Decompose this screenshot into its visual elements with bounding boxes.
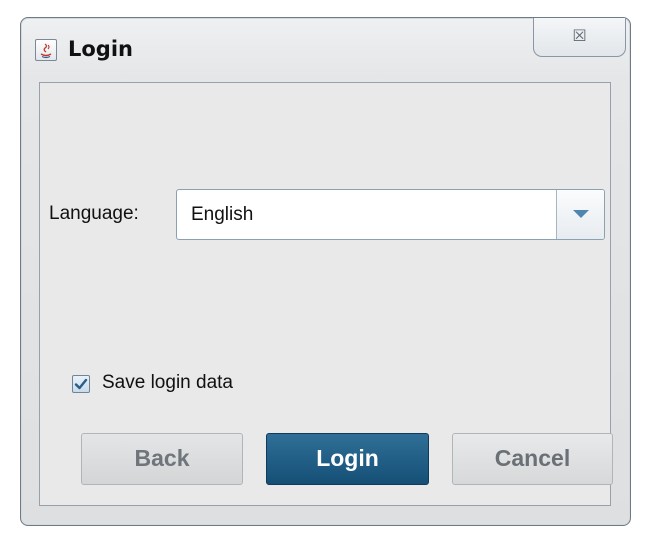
checkmark-icon [74,378,88,390]
chevron-down-icon [573,210,589,218]
save-login-checkbox[interactable] [72,375,90,393]
login-button[interactable]: Login [266,433,429,485]
language-combobox[interactable]: English [176,189,605,240]
title-bar[interactable]: Login ☒ [21,18,630,78]
back-button[interactable]: Back [81,433,243,485]
window-title: Login [68,37,133,61]
save-login-label: Save login data [102,372,233,393]
login-dialog: Login ☒ Language: English Save login dat… [20,17,631,526]
language-label: Language: [49,203,139,224]
close-icon: ☒ [572,26,587,45]
language-selected-value: English [191,204,254,225]
language-dropdown-button[interactable] [556,190,604,239]
java-app-icon [35,39,57,61]
cancel-button[interactable]: Cancel [452,433,613,485]
close-button[interactable]: ☒ [533,18,626,57]
dialog-content: Language: English Save login data Back L… [39,82,613,506]
